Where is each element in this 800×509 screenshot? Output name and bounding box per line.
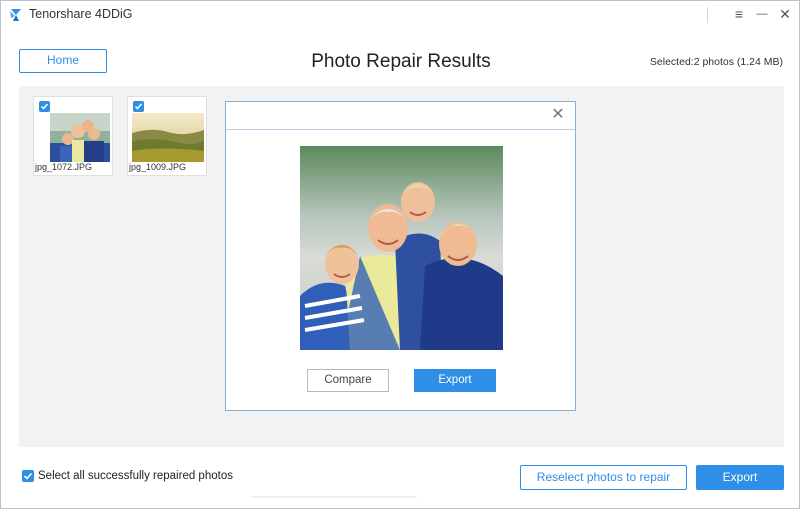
checkbox-checked-icon[interactable] — [133, 101, 144, 112]
photo-thumbnail-family[interactable]: jpg_1072.JPG — [33, 96, 113, 176]
checkbox-checked-icon[interactable] — [39, 101, 50, 112]
bottom-divider — [251, 496, 417, 498]
select-all-label: Select all successfully repaired photos — [38, 470, 233, 482]
checkbox-checked-icon[interactable] — [22, 470, 34, 482]
preview-export-button[interactable]: Export — [414, 369, 496, 392]
app-title: Tenorshare 4DDiG — [29, 7, 133, 21]
family-photo-thumbnail-image — [50, 113, 110, 162]
title-separator — [707, 7, 708, 23]
dialog-header: ✕ — [226, 102, 575, 130]
app-window: Tenorshare 4DDiG ≡ — ✕ Photo Repair Resu… — [0, 0, 800, 509]
home-button[interactable]: Home — [19, 49, 107, 73]
photo-preview-dialog: ✕ Compare Export — [225, 101, 576, 411]
photo-thumbnail-landscape[interactable]: jpg_1009.JPG — [127, 96, 207, 176]
menu-icon[interactable]: ≡ — [728, 3, 750, 25]
export-button[interactable]: Export — [696, 465, 784, 490]
tenorshare-logo-icon — [10, 9, 21, 21]
minimize-icon[interactable]: — — [751, 3, 773, 25]
landscape-photo-thumbnail-image — [132, 113, 204, 162]
photo-filename: jpg_1072.JPG — [35, 162, 93, 172]
selected-info: Selected:2 photos (1.24 MB) — [649, 56, 783, 68]
close-icon[interactable]: ✕ — [549, 106, 567, 124]
title-bar: Tenorshare 4DDiG ≡ — ✕ — [1, 1, 799, 29]
close-icon[interactable]: ✕ — [774, 3, 796, 25]
preview-image-family — [300, 146, 503, 350]
reselect-photos-button[interactable]: Reselect photos to repair — [520, 465, 687, 490]
compare-button[interactable]: Compare — [307, 369, 389, 392]
photo-filename: jpg_1009.JPG — [129, 162, 187, 172]
